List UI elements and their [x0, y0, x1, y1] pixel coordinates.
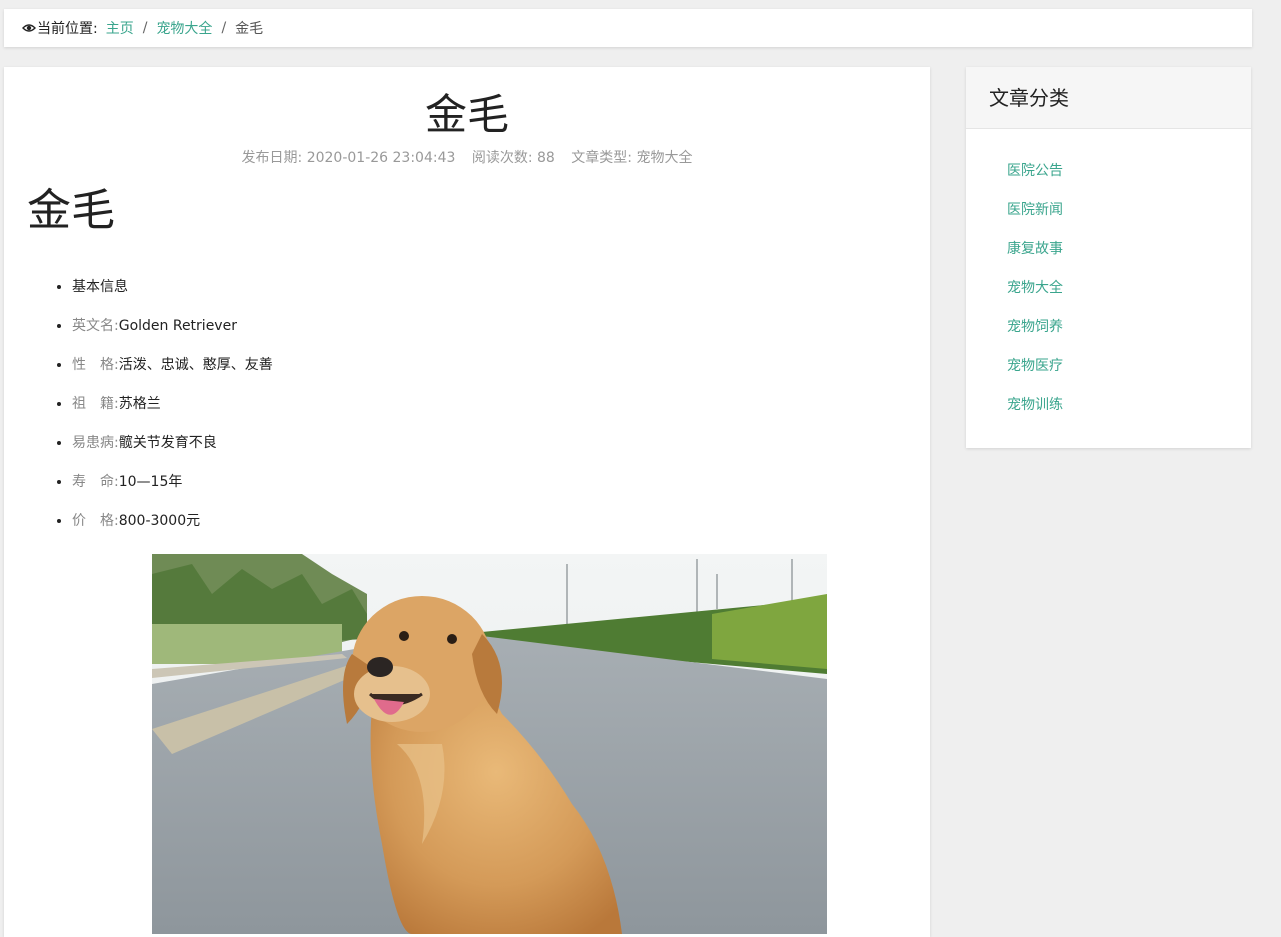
eye-icon: [22, 21, 36, 35]
info-key: 性 格:: [72, 357, 119, 373]
list-item: 寿 命:10—15年: [72, 472, 273, 511]
info-value: 800-3000元: [118, 513, 201, 529]
info-value: 苏格兰: [118, 396, 161, 412]
list-item: 宠物医疗: [1007, 348, 1251, 387]
list-item: 价 格:800-3000元: [72, 511, 273, 550]
info-key: 英文名:: [72, 318, 119, 334]
list-item: 宠物训练: [1007, 387, 1251, 426]
breadcrumb-link-pets[interactable]: 宠物大全: [156, 18, 212, 38]
list-item: 宠物饲养: [1007, 309, 1251, 348]
info-value: 髋关节发育不良: [118, 435, 217, 451]
info-value: Golden Retriever: [118, 318, 237, 334]
info-key: 寿 命:: [72, 474, 119, 490]
breadcrumb-current: 金毛: [235, 21, 264, 37]
breadcrumb-label: 当前位置:: [37, 21, 98, 37]
info-key: 易患病:: [72, 435, 119, 451]
list-item: 医院公告: [1007, 153, 1251, 192]
category-sidebar: 文章分类 医院公告 医院新闻 康复故事 宠物大全 宠物饲养 宠物医疗 宠物训练: [966, 67, 1251, 448]
article-type: 文章类型: 宠物大全: [571, 150, 693, 166]
category-list: 医院公告 医院新闻 康复故事 宠物大全 宠物饲养 宠物医疗 宠物训练: [966, 129, 1251, 426]
publish-date: 发布日期: 2020-01-26 23:04:43: [241, 150, 456, 166]
info-value: 10—15年: [118, 474, 183, 490]
article-meta: 发布日期: 2020-01-26 23:04:43 阅读次数: 88 文章类型:…: [4, 147, 930, 167]
category-link-recovery-stories[interactable]: 康复故事: [1007, 241, 1063, 257]
list-item: 医院新闻: [1007, 192, 1251, 231]
category-link-hospital-notice[interactable]: 医院公告: [1007, 163, 1063, 179]
category-link-pet-medical[interactable]: 宠物医疗: [1007, 358, 1063, 374]
list-item: 康复故事: [1007, 231, 1251, 270]
view-count: 阅读次数: 88: [471, 150, 555, 166]
article-photo: [152, 554, 827, 934]
article-title: 金毛: [424, 90, 509, 139]
list-item: 祖 籍:苏格兰: [72, 394, 273, 433]
category-link-pet-raising[interactable]: 宠物饲养: [1007, 319, 1063, 335]
breadcrumb-link-home[interactable]: 主页: [106, 18, 134, 38]
breadcrumb: 当前位置: 主页 / 宠物大全 / 金毛: [4, 9, 1252, 47]
info-key: 祖 籍:: [72, 396, 119, 412]
breadcrumb-separator: /: [142, 20, 148, 36]
list-item: 性 格:活泼、忠诚、憨厚、友善: [72, 355, 273, 394]
category-link-pet-training[interactable]: 宠物训练: [1007, 397, 1063, 413]
category-link-hospital-news[interactable]: 医院新闻: [1007, 202, 1063, 218]
info-list: 基本信息 英文名:Golden Retriever 性 格:活泼、忠诚、憨厚、友…: [4, 277, 273, 550]
list-item: 易患病:髋关节发育不良: [72, 433, 273, 472]
list-item: 基本信息: [72, 277, 273, 316]
article-card: 金毛 发布日期: 2020-01-26 23:04:43 阅读次数: 88 文章…: [4, 67, 930, 937]
info-value: 活泼、忠诚、憨厚、友善: [118, 357, 273, 373]
breadcrumb-separator: /: [221, 20, 227, 36]
list-item: 宠物大全: [1007, 270, 1251, 309]
list-item: 英文名:Golden Retriever: [72, 316, 273, 355]
content-heading: 金毛: [27, 185, 115, 236]
sidebar-title: 文章分类: [966, 67, 1251, 129]
info-key: 价 格:: [72, 513, 119, 529]
category-link-pet-encyclopedia[interactable]: 宠物大全: [1007, 280, 1063, 296]
info-value: 基本信息: [72, 279, 128, 295]
